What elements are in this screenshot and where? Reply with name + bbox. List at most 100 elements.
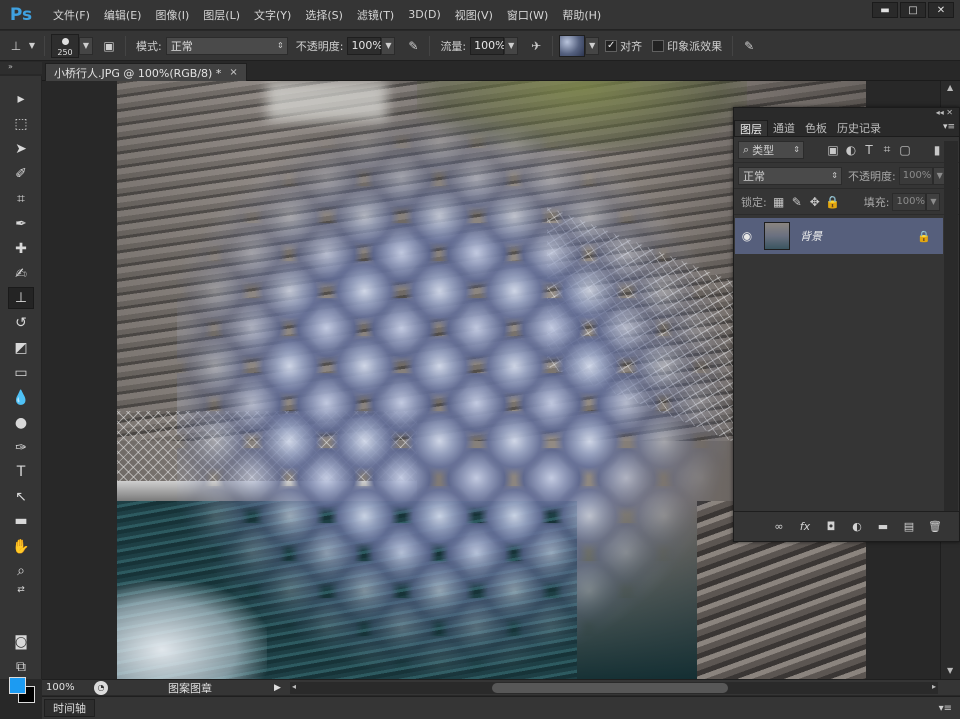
maximize-button[interactable]: □ [900,2,926,18]
document-tab[interactable]: 小桥行人.JPG @ 100%(RGB/8) * × [45,63,247,81]
shape-tool-icon[interactable]: ▬ [8,510,34,532]
menu-filter[interactable]: 滤镜(T) [350,0,401,30]
lock-position-icon[interactable]: ✥ [806,193,824,211]
swap-colors-icon[interactable]: ⇄ [8,583,34,597]
marquee-tool-icon[interactable]: ⬚ [8,113,34,135]
new-group-icon[interactable]: ▬ [875,519,891,535]
pen-tool-icon[interactable]: ✑ [8,437,34,459]
status-menu-arrow-icon[interactable]: ▶ [274,683,281,693]
menu-layer[interactable]: 图层(L) [196,0,247,30]
tab-history[interactable]: 历史记录 [832,120,886,136]
stamp-tool-icon[interactable]: ⊥ [8,287,34,309]
panel-menu-icon[interactable]: ▾≡ [943,122,955,132]
pattern-stamp-tool-icon[interactable]: ⊥ [6,36,26,56]
panel-collapse-icon[interactable]: ◂◂ ✕ [734,108,959,120]
pattern-picker-swatch[interactable] [559,34,586,57]
menu-image[interactable]: 图像(I) [148,0,196,30]
fill-dropdown-icon[interactable]: ▼ [926,192,941,211]
minimize-button[interactable]: ▬ [872,2,898,18]
path-select-tool-icon[interactable]: ↖ [8,486,34,508]
quick-select-tool-icon[interactable]: ✐ [8,163,34,185]
layer-opacity-input[interactable]: 100% [898,166,933,185]
menu-file[interactable]: 文件(F) [46,0,97,30]
menu-type[interactable]: 文字(Y) [247,0,298,30]
flow-input[interactable]: 100% [470,36,506,55]
pattern-dropdown-icon[interactable]: ▼ [585,36,600,55]
crop-tool-icon[interactable]: ⌗ [8,188,34,210]
lock-all-icon[interactable]: 🔒 [824,193,842,211]
lock-pixels-icon[interactable]: ✎ [788,193,806,211]
pressure-opacity-icon[interactable]: ✎ [403,36,423,56]
menu-3d[interactable]: 3D(D) [401,0,448,30]
horizontal-scroll-thumb[interactable] [492,683,728,693]
fill-input[interactable]: 100% [892,192,927,211]
healing-brush-tool-icon[interactable]: ✚ [8,238,34,260]
tab-timeline[interactable]: 时间轴 [44,699,95,717]
tab-swatches[interactable]: 色板 [800,120,832,136]
brush-tool-icon[interactable]: ✍ [8,263,34,285]
filter-pixel-icon[interactable]: ▣ [824,141,842,159]
layer-style-icon[interactable]: fx [797,519,813,535]
layer-filter-select[interactable]: ⌕ 类型 ⇕ [738,140,804,159]
zoom-tool-icon[interactable]: ⌕ [8,560,34,582]
hand-tool-icon[interactable]: ✋ [8,536,34,558]
toolbox-collapse-icon[interactable]: » [0,62,42,74]
new-layer-icon[interactable]: ▤ [901,519,917,535]
menu-help[interactable]: 帮助(H) [555,0,608,30]
eraser-tool-icon[interactable]: ◩ [8,337,34,359]
timeline-menu-icon[interactable]: ▾≡ [939,703,952,714]
dodge-tool-icon[interactable]: ● [8,412,34,434]
opacity-input[interactable]: 100% [347,36,383,55]
brush-preset-picker[interactable]: 250 [51,33,79,58]
menu-select[interactable]: 选择(S) [298,0,350,30]
eye-icon[interactable]: ◉ [735,229,759,243]
layer-row[interactable]: ◉ 背景 🔒 [735,218,943,254]
type-tool-icon[interactable]: T [8,461,34,483]
filter-smart-object-icon[interactable]: ▢ [896,141,914,159]
horizontal-scrollbar[interactable]: ◂ ▸ [290,682,938,694]
link-layers-icon[interactable]: ∞ [771,519,787,535]
gradient-tool-icon[interactable]: ▭ [8,362,34,384]
info-icon[interactable]: ◔ [94,680,108,695]
flow-dropdown-icon[interactable]: ▼ [504,36,519,55]
trash-icon[interactable]: 🗑 [927,519,943,535]
filter-type-icon[interactable]: T [860,141,878,159]
impressionist-checkbox[interactable] [652,39,665,52]
zoom-level-field[interactable]: 100% [44,681,86,695]
foreground-color-swatch[interactable] [9,677,26,694]
scroll-down-icon[interactable]: ▼ [947,666,953,675]
layer-name[interactable]: 背景 [800,228,822,244]
mode-select[interactable]: 正常 ⇕ [165,36,288,55]
eyedropper-tool-icon[interactable]: ✒ [8,213,34,235]
lasso-tool-icon[interactable]: ➤ [8,138,34,160]
menu-window[interactable]: 窗口(W) [500,0,555,30]
align-checkbox[interactable]: ✓ [605,39,618,52]
layers-scrollbar[interactable] [944,141,958,511]
filter-shape-icon[interactable]: ⌗ [878,141,896,159]
lock-transparent-icon[interactable]: ▦ [770,193,788,211]
close-tab-icon[interactable]: × [229,67,237,78]
filter-adjustment-icon[interactable]: ◐ [842,141,860,159]
tab-layers[interactable]: 图层 [734,120,768,136]
scroll-up-icon[interactable]: ▲ [947,83,953,92]
add-mask-icon[interactable]: ◘ [823,519,839,535]
airbrush-icon[interactable]: ✈ [526,36,546,56]
tab-channels[interactable]: 通道 [768,120,800,136]
tool-preset-dropdown-icon[interactable]: ▼ [26,36,38,56]
adjustment-layer-icon[interactable]: ◐ [849,519,865,535]
history-brush-tool-icon[interactable]: ↺ [8,312,34,334]
screen-mode-icon[interactable]: ⧉ [8,656,34,678]
scroll-right-icon[interactable]: ▸ [932,682,936,691]
close-button[interactable]: ✕ [928,2,954,18]
quick-mask-icon[interactable]: ◙ [8,631,34,653]
blend-mode-select[interactable]: 正常 ⇕ [738,166,842,185]
opacity-dropdown-icon[interactable]: ▼ [381,36,396,55]
move-tool-icon[interactable]: ▸ [8,88,34,110]
menu-view[interactable]: 视图(V) [448,0,500,30]
menu-edit[interactable]: 编辑(E) [97,0,149,30]
brush-dropdown-icon[interactable]: ▼ [79,36,93,55]
scroll-left-icon[interactable]: ◂ [292,682,296,691]
brush-panel-toggle-icon[interactable]: ▣ [99,36,119,56]
blur-tool-icon[interactable]: 💧 [8,387,34,409]
pressure-size-icon[interactable]: ✎ [739,36,759,56]
